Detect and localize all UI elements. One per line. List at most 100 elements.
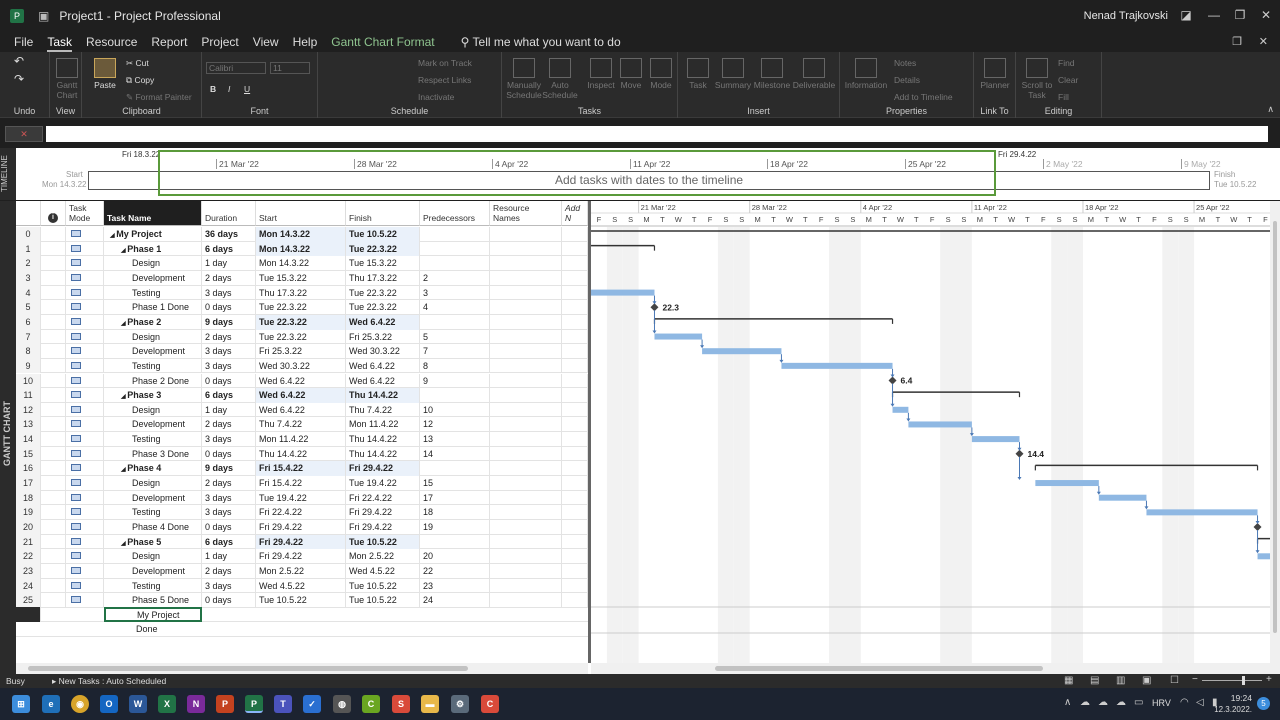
row-number[interactable]: 20 <box>16 520 41 535</box>
task-name-cell[interactable]: ◢ Phase 1 <box>104 241 202 257</box>
finish-cell[interactable]: Wed 30.3.22 <box>346 344 420 359</box>
task-mode-cell[interactable] <box>66 402 104 418</box>
tray-chevron-icon[interactable]: ∧ <box>1064 697 1071 708</box>
start-cell[interactable]: Fri 22.4.22 <box>256 505 346 520</box>
table-row[interactable]: 5 Phase 1 Done 0 days Tue 22.3.22 Tue 22.3.2… <box>16 300 588 315</box>
finish-cell[interactable]: Fri 22.4.22 <box>346 490 420 506</box>
wifi-icon[interactable]: ◠ <box>1180 697 1189 708</box>
add-new-cell[interactable] <box>562 432 588 447</box>
restore-ribbon-icon[interactable]: ❐ <box>1232 35 1242 48</box>
resource-names-cell[interactable] <box>490 329 562 345</box>
table-row[interactable]: 19 Testing 3 days Fri 22.4.22 Fri 29.4.22 18 <box>16 505 588 520</box>
row-number[interactable]: 7 <box>16 329 41 345</box>
add-new-cell[interactable] <box>562 549 588 564</box>
onenote-icon[interactable]: N <box>187 695 205 713</box>
vertical-scroll-thumb[interactable] <box>1273 221 1277 633</box>
table-row[interactable]: 25 Phase 5 Done 0 days Tue 10.5.22 Tue 10.5.… <box>16 593 588 608</box>
resource-names-cell[interactable] <box>490 358 562 374</box>
resource-names-cell[interactable] <box>490 256 562 271</box>
task-mode-cell[interactable] <box>66 300 104 315</box>
resource-names-cell[interactable] <box>490 461 562 477</box>
duration-cell[interactable]: 6 days <box>202 388 256 403</box>
finish-cell[interactable]: Fri 29.4.22 <box>346 520 420 535</box>
add-new-cell[interactable] <box>562 578 588 594</box>
finish-cell[interactable]: Wed 6.4.22 <box>346 314 420 330</box>
finish-cell[interactable]: Tue 22.3.22 <box>346 285 420 301</box>
resource-names-cell[interactable] <box>490 388 562 403</box>
task-name-cell[interactable]: Development <box>104 270 202 286</box>
excel-icon[interactable]: X <box>158 695 176 713</box>
row-number[interactable]: 21 <box>16 534 41 550</box>
zoom-in-icon[interactable]: + <box>1266 674 1272 685</box>
chrome-icon[interactable]: ◉ <box>71 695 89 713</box>
start-cell[interactable]: Tue 22.3.22 <box>256 314 346 330</box>
duration-cell[interactable]: 3 days <box>202 505 256 520</box>
task-sheet[interactable]: i Task Mode Task Name Duration Start Fin… <box>16 201 588 663</box>
resource-names-cell[interactable] <box>490 593 562 608</box>
table-row[interactable]: 0 ◢ My Project 36 days Mon 14.3.22 Tue 10.5.… <box>16 227 588 242</box>
language-indicator[interactable]: HRV <box>1152 698 1171 708</box>
predecessors-cell[interactable] <box>420 314 490 330</box>
task-name-cell[interactable]: Phase 2 Done <box>104 373 202 389</box>
table-row[interactable]: 2 Design 1 day Mon 14.3.22 Tue 15.3.22 <box>16 256 588 271</box>
start-cell[interactable]: Thu 14.4.22 <box>256 446 346 462</box>
notification-badge[interactable]: 5 <box>1257 697 1270 710</box>
chart-scroll-thumb[interactable] <box>715 666 1043 671</box>
predecessors-cell[interactable]: 2 <box>420 270 490 286</box>
row-number[interactable]: 12 <box>16 402 41 418</box>
task-mode-cell[interactable] <box>66 593 104 608</box>
finish-cell[interactable]: Thu 17.3.22 <box>346 270 420 286</box>
predecessors-cell[interactable] <box>420 241 490 257</box>
table-row[interactable]: 3 Development 2 days Tue 15.3.22 Thu 17.3.22… <box>16 270 588 286</box>
row-number[interactable]: 18 <box>16 490 41 506</box>
task-name-cell[interactable]: Development <box>104 563 202 579</box>
predecessors-cell[interactable]: 13 <box>420 432 490 447</box>
finish-cell[interactable]: Thu 7.4.22 <box>346 402 420 418</box>
add-new-cell[interactable] <box>562 520 588 535</box>
add-new-cell[interactable] <box>562 534 588 550</box>
start-cell[interactable]: Tue 15.3.22 <box>256 270 346 286</box>
underline-button[interactable]: U <box>244 84 250 94</box>
task-mode-cell[interactable] <box>66 314 104 330</box>
tab-gantt-chart-format[interactable]: Gantt Chart Format <box>331 32 434 52</box>
find-button[interactable]: Find <box>1058 58 1075 68</box>
resource-names-cell[interactable] <box>490 241 562 257</box>
task-mode-cell[interactable] <box>66 505 104 520</box>
start-cell[interactable]: Fri 29.4.22 <box>256 534 346 550</box>
start-column-header[interactable]: Start <box>256 201 346 226</box>
duration-cell[interactable]: 6 days <box>202 241 256 257</box>
add-new-cell[interactable] <box>562 270 588 286</box>
font-name-select[interactable]: Calibri <box>206 62 266 74</box>
task-mode-cell[interactable] <box>66 227 104 242</box>
chart-horizontal-scrollbar[interactable] <box>591 663 1280 674</box>
cancel-entry-icon[interactable]: ✕ <box>5 126 43 142</box>
table-row[interactable]: 8 Development 3 days Fri 25.3.22 Wed 30.3.22… <box>16 344 588 359</box>
start-cell[interactable]: Tue 22.3.22 <box>256 300 346 315</box>
predecessors-cell[interactable]: 5 <box>420 329 490 345</box>
resource-names-cell[interactable] <box>490 578 562 594</box>
predecessors-column-header[interactable]: Predecessors <box>420 201 490 226</box>
row-number[interactable]: 19 <box>16 505 41 520</box>
minimize-button[interactable]: — <box>1204 8 1224 24</box>
add-new-cell[interactable] <box>562 446 588 462</box>
duration-column-header[interactable]: Duration <box>202 201 256 226</box>
task-mode-cell[interactable] <box>66 534 104 550</box>
teams-icon[interactable]: T <box>274 695 292 713</box>
predecessors-cell[interactable]: 24 <box>420 593 490 608</box>
usb-icon[interactable]: ▭ <box>1134 697 1143 708</box>
task-mode-cell[interactable] <box>66 476 104 491</box>
table-row[interactable]: 17 Design 2 days Fri 15.4.22 Tue 19.4.22 15 <box>16 476 588 491</box>
duration-cell[interactable]: 1 day <box>202 549 256 564</box>
timeline-view[interactable]: TIMELINE Start Mon 14.3.22 Finish Tue 10… <box>0 148 1280 200</box>
duration-cell[interactable]: 0 days <box>202 300 256 315</box>
finish-cell[interactable]: Tue 10.5.22 <box>346 578 420 594</box>
row-number[interactable]: 0 <box>16 227 41 242</box>
resource-sheet-shortcut-icon[interactable]: ▣ <box>1142 675 1151 686</box>
row-number[interactable] <box>16 607 41 622</box>
duration-cell[interactable]: 2 days <box>202 417 256 433</box>
row-number[interactable]: 8 <box>16 344 41 359</box>
finish-cell[interactable]: Mon 2.5.22 <box>346 549 420 564</box>
redo-icon[interactable]: ↷ <box>14 73 24 85</box>
new-task-row[interactable]: My Project <box>16 607 588 622</box>
predecessors-cell[interactable]: 18 <box>420 505 490 520</box>
